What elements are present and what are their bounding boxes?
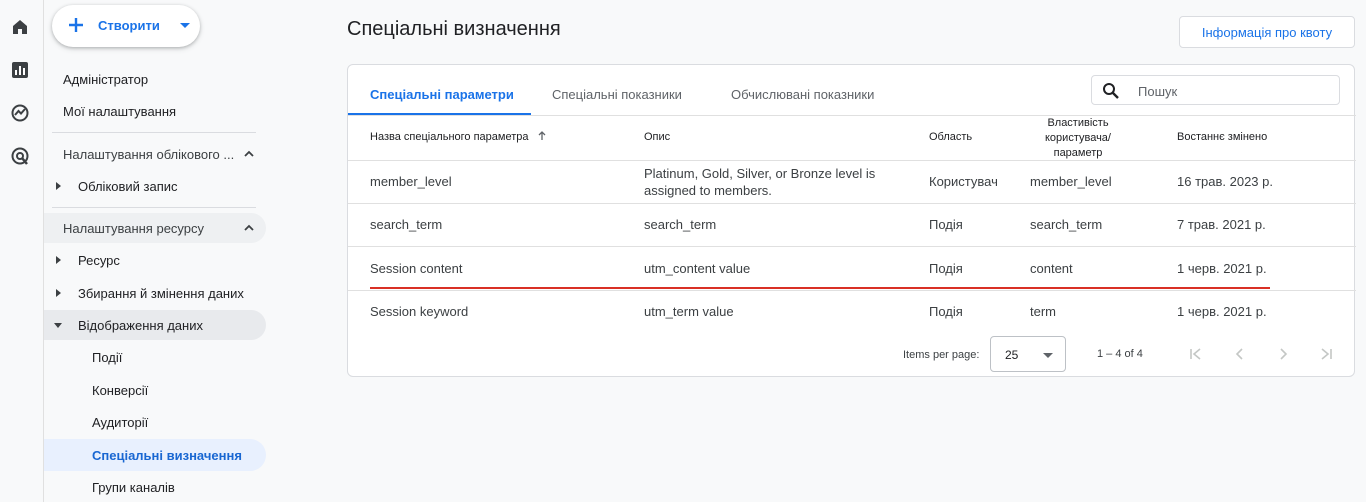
- expand-arrow-icon: [56, 182, 61, 190]
- cell-user-property: term: [1030, 304, 1056, 319]
- sidebar-item-custom-definitions[interactable]: Спеціальні визначення: [44, 439, 266, 471]
- sidebar-item-admin[interactable]: Адміністратор: [44, 64, 266, 94]
- expand-arrow-icon: [56, 289, 61, 297]
- sidebar-item-data-collection[interactable]: Збирання й змінення даних: [44, 278, 266, 308]
- items-per-page-select[interactable]: 25: [990, 336, 1066, 372]
- first-page-icon[interactable]: [1186, 344, 1206, 364]
- column-header-label: Назва спеціального параметра: [370, 131, 529, 143]
- cell-description: utm_content value: [644, 261, 751, 276]
- collapse-arrow-icon: [54, 323, 62, 328]
- chevron-up-icon: [244, 224, 254, 231]
- reports-icon[interactable]: [9, 59, 31, 81]
- sidebar-item-label: Групи каналів: [92, 479, 175, 495]
- sidebar-item-conversions[interactable]: Конверсії: [44, 375, 266, 405]
- cell-user-property: search_term: [1030, 217, 1103, 232]
- sidebar-item-label: Налаштування облікового ...: [63, 146, 235, 162]
- last-page-icon[interactable]: [1316, 344, 1336, 364]
- column-header-description[interactable]: Опис: [644, 131, 670, 143]
- previous-page-icon[interactable]: [1230, 344, 1250, 364]
- cell-name: search_term: [370, 217, 443, 232]
- sidebar-item-label: Спеціальні визначення: [92, 447, 242, 463]
- sidebar-item-account[interactable]: Обліковий запис: [44, 171, 266, 201]
- sidebar-item-label: Відображення даних: [78, 317, 203, 333]
- sidebar-item-label: Адміністратор: [63, 71, 149, 87]
- search-input[interactable]: [1138, 81, 1328, 101]
- cell-user-property: member_level: [1030, 174, 1112, 189]
- table-row[interactable]: Session content utm_content value Подія …: [348, 247, 1356, 290]
- sort-arrow-up-icon: [538, 131, 546, 140]
- sidebar-item-label: Обліковий запис: [78, 178, 178, 194]
- page-title: Спеціальні визначення: [347, 18, 561, 40]
- sidebar-item-events[interactable]: Події: [44, 342, 266, 372]
- create-button[interactable]: Створити: [52, 5, 200, 47]
- cell-scope: Подія: [929, 261, 963, 276]
- next-page-icon[interactable]: [1273, 344, 1293, 364]
- chevron-up-icon: [244, 150, 254, 157]
- pagination-range: 1 – 4 of 4: [1097, 348, 1143, 360]
- cell-last-changed: 7 трав. 2021 р.: [1177, 217, 1266, 232]
- home-icon[interactable]: [9, 16, 31, 38]
- dropdown-arrow-icon: [1043, 353, 1053, 358]
- column-header-label: Властивість: [1047, 117, 1109, 129]
- sidebar-item-label: Мої налаштування: [63, 103, 177, 119]
- search-icon: [1103, 83, 1119, 99]
- sidebar-item-label: Налаштування ресурсу: [63, 220, 205, 236]
- sidebar-item-property[interactable]: Ресурс: [44, 245, 266, 275]
- cell-scope: Користувач: [929, 174, 998, 189]
- sidebar-item-data-display[interactable]: Відображення даних: [44, 310, 266, 340]
- cell-description: utm_term value: [644, 304, 734, 319]
- cell-user-property: content: [1030, 261, 1073, 276]
- sidebar-item-label: Ресурс: [78, 252, 120, 268]
- sidebar-item-label: Аудиторії: [92, 414, 149, 430]
- explore-icon[interactable]: [9, 102, 31, 124]
- divider: [52, 207, 256, 208]
- sidebar: Створити Адміністратор Мої налаштування …: [44, 0, 270, 502]
- expand-arrow-icon: [56, 256, 61, 264]
- table-row[interactable]: member_level Platinum, Gold, Silver, or …: [348, 161, 1356, 204]
- cell-name: Session keyword: [370, 304, 469, 319]
- search-box: [1091, 75, 1340, 105]
- items-per-page-label: Items per page:: [903, 349, 980, 361]
- cell-scope: Подія: [929, 304, 963, 319]
- cell-last-changed: 1 черв. 2021 р.: [1177, 261, 1267, 276]
- custom-definitions-card: Спеціальні параметри Спеціальні показник…: [347, 64, 1356, 377]
- column-header-user-property[interactable]: Властивість користувача/ параметр: [1020, 116, 1136, 161]
- column-header-name[interactable]: Назва спеціального параметра: [370, 131, 547, 143]
- quota-info-button[interactable]: Інформація про квоту: [1179, 16, 1355, 48]
- divider: [52, 132, 256, 133]
- sidebar-item-audiences[interactable]: Аудиторії: [44, 407, 266, 437]
- cell-last-changed: 16 трав. 2023 р.: [1177, 174, 1273, 189]
- sidebar-item-label: Збирання й змінення даних: [78, 285, 244, 301]
- table-row[interactable]: search_term search_term Подія search_ter…: [348, 204, 1356, 247]
- sidebar-item-channel-groups[interactable]: Групи каналів: [44, 472, 266, 502]
- items-per-page-value: 25: [1005, 348, 1019, 362]
- sidebar-item-my-settings[interactable]: Мої налаштування: [44, 96, 266, 126]
- plus-icon: [69, 18, 83, 32]
- chevron-down-icon: [180, 23, 190, 28]
- cell-name: member_level: [370, 174, 452, 189]
- tab-calculated-metrics[interactable]: Обчислювані показники: [731, 87, 874, 102]
- table-row[interactable]: Session keyword utm_term value Подія ter…: [348, 291, 1356, 334]
- divider: [348, 115, 1356, 116]
- column-header-label: користувача/: [1045, 132, 1111, 144]
- sidebar-section-property-settings[interactable]: Налаштування ресурсу: [44, 213, 266, 243]
- cell-description: Platinum, Gold, Silver, or Bronze level …: [644, 166, 876, 198]
- sidebar-section-account-settings[interactable]: Налаштування облікового ...: [44, 139, 266, 169]
- highlight-underline: [370, 287, 1270, 289]
- column-header-last-changed[interactable]: Востаннє змінено: [1177, 131, 1267, 143]
- cell-description: search_term: [644, 217, 717, 232]
- icon-rail: [0, 0, 44, 502]
- create-button-label: Створити: [98, 18, 160, 33]
- sidebar-item-label: Події: [92, 349, 123, 365]
- cell-scope: Подія: [929, 217, 963, 232]
- tab-custom-metrics[interactable]: Спеціальні показники: [552, 87, 682, 102]
- advertising-icon[interactable]: [9, 145, 31, 167]
- cell-name: Session content: [370, 261, 463, 276]
- sidebar-item-label: Конверсії: [92, 382, 149, 398]
- tab-custom-dimensions[interactable]: Спеціальні параметри: [370, 87, 514, 102]
- cell-last-changed: 1 черв. 2021 р.: [1177, 304, 1267, 319]
- column-header-scope[interactable]: Область: [929, 131, 972, 143]
- column-header-label: параметр: [1053, 147, 1103, 159]
